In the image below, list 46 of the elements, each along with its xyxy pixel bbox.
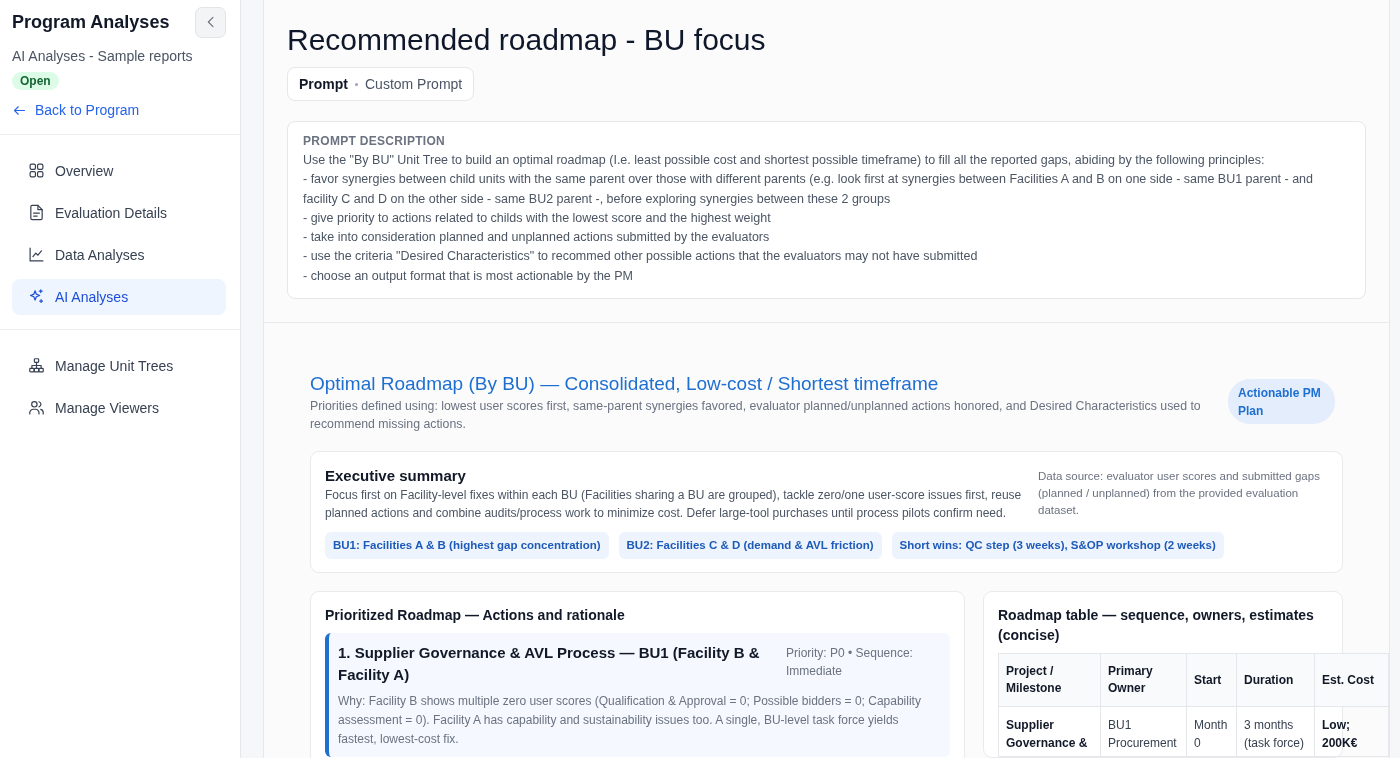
table-cell: Low; 200K€ <box>1314 706 1389 757</box>
nav-item[interactable]: Data Analyses <box>12 236 226 273</box>
tag: BU1: Facilities A & B (highest gap concentration) <box>325 532 609 560</box>
nav-item[interactable]: Overview <box>12 152 226 189</box>
card-title: Roadmap table — sequence, owners, estimates (concise) <box>998 606 1315 646</box>
summary-text: Focus first on Facility-level fixes within each BU (Facilities sharing a BU are grouped), tackle zero/one user-score issues first, reuse planned actions and combine audits/process work to minimize cost. Defer large-tool purchases until process pilots confirm need. <box>325 487 1023 523</box>
table-header-cell: Duration <box>1236 653 1315 707</box>
users-icon <box>28 399 45 416</box>
plan-badge: Actionable PM Plan <box>1228 379 1335 425</box>
report-title: Optimal Roadmap (By BU) — Consolidated, Low-cost / Shortest timeframe <box>310 372 940 397</box>
line-chart-icon <box>28 246 45 263</box>
action-title: 1. Supplier Governance & AVL Process — BU1 (Facility B & Facility A) <box>338 643 761 686</box>
table-header-cell: Start <box>1186 653 1237 707</box>
prompt-text: Use the "By BU" Unit Tree to build an optimal roadmap (I.e. least possible cost and shortest possible timeframe) to fill all the reported gaps, abiding by the following principles: - favor synergies between child units with the same parent over those with different parents (e.g. look first at synergies between Facilities A and B on one side - same BU1 parent - and facility C and D on the other side - same BU2 parent -, before exploring synergies between these 2 groups - give priority to actions related to childs with the lowest score and the highest weight - take into consideration planned and unplanned actions submitted by the evaluators - use the criteria "Desired Characteristics" to recommed other possible actions that the evaluators may not have submitted - choose an output format that is most actionable by the PM <box>303 152 1315 285</box>
table-cell: Month 0 <box>1186 706 1237 757</box>
nav-item[interactable]: Manage Viewers <box>12 389 226 426</box>
action-rationale: Why: Facility B shows multiple zero user scores (Qualification & Approval = 0; Possible bidders = 0; Capability assessment = 0). Facility A has capability and sustainability issues too. A single, BU-level task force yields fastest, lowest-cost fix. <box>338 693 922 749</box>
sparkles-icon <box>28 288 45 305</box>
table-header-cell: Est. Cost <box>1314 653 1389 707</box>
table-cell: BU1 Procurement <box>1100 706 1187 757</box>
nav-item[interactable]: AI Analyses <box>12 278 226 315</box>
table-header-cell: Project / Milestone <box>998 653 1101 707</box>
nav-item[interactable]: Manage Unit Trees <box>12 347 226 384</box>
data-source-note: Data source: evaluator user scores and submitted gaps (planned / unplanned) from the provided evaluation dataset. <box>1038 469 1321 519</box>
status-badge: Open <box>12 72 59 90</box>
summary-title: Executive summary <box>325 466 467 487</box>
sidebar-subtitle: AI Analyses - Sample reports <box>12 48 194 64</box>
table-cell: 3 months (task force) <box>1236 706 1315 757</box>
table-cell: Supplier Governance & <box>998 706 1101 757</box>
hierarchy-icon <box>28 357 45 374</box>
tab[interactable]: Custom Prompt <box>360 76 468 92</box>
back-link[interactable]: Back to Program <box>12 102 140 118</box>
nav-item[interactable]: Evaluation Details <box>12 194 226 231</box>
action-meta: Priority: P0 • Sequence: Immediate <box>786 645 914 681</box>
section-label: PROMPT DESCRIPTION <box>303 134 447 148</box>
tag: BU2: Facilities C & D (demand & AVL friction) <box>618 532 882 560</box>
card-title: Prioritized Roadmap — Actions and rationale <box>325 606 626 626</box>
tag: Short wins: QC step (3 weeks), S&OP workshop (2 weeks) <box>891 532 1224 560</box>
table-header-cell: Primary Owner <box>1100 653 1187 707</box>
tab[interactable]: Prompt <box>294 76 353 92</box>
collapse-sidebar-button[interactable] <box>195 6 226 38</box>
page-title: Recommended roadmap - BU focus <box>287 22 767 58</box>
document-icon <box>28 204 45 221</box>
sidebar-title: Program Analyses <box>12 11 170 33</box>
grid-icon <box>28 162 45 179</box>
report-subtitle: Priorities defined using: lowest user scores first, same-parent synergies favored, evaluator planned/unplanned actions honored, and Desired Characteristics used to recommend missing actions. <box>310 398 1202 434</box>
